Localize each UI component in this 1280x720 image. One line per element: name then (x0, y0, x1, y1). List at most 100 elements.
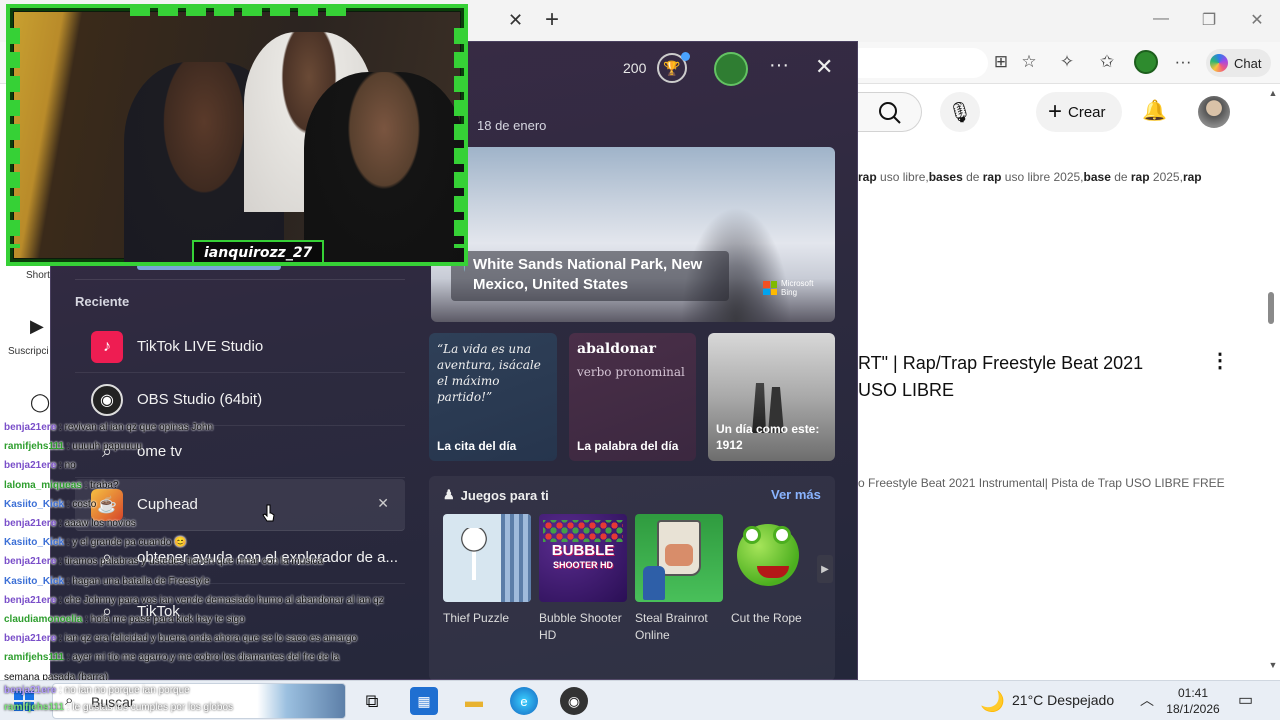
weather-text[interactable]: 21°C Despejado (1012, 692, 1114, 708)
quote-text: “La vida es una aventura, isácale el máx… (437, 342, 541, 404)
edge-browser-icon[interactable]: e (510, 687, 538, 715)
chat-username: ramifjehs111 (4, 652, 65, 664)
obs-icon: ◉ (91, 383, 123, 416)
chat-text: : y el grande pa cuando 😊 (64, 537, 187, 549)
games-next-arrow-icon[interactable]: ▶ (817, 555, 833, 583)
window-minimize-button[interactable]: — (1146, 10, 1176, 28)
tag-fragment: rap (982, 170, 1002, 184)
video-title[interactable]: RT" | Rap/Trap Freestyle Beat 2021 USO L… (858, 350, 1158, 404)
sidebar-item-shorts[interactable]: Short (26, 270, 50, 281)
search-button[interactable] (858, 92, 922, 132)
chat-message: benja21ere : ian qz era felicidad y buen… (4, 629, 424, 648)
tab-close-button[interactable]: ✕ (508, 10, 523, 31)
file-explorer-icon[interactable]: ▬ (460, 687, 488, 715)
close-panel-icon[interactable]: ✕ (815, 54, 833, 80)
see-more-link[interactable]: Ver más (771, 487, 821, 502)
favorites-icon[interactable]: ✩ (1096, 52, 1118, 72)
webcam-scene (14, 12, 464, 262)
on-this-day-card[interactable]: Un día como este: 1912 (708, 333, 835, 461)
scroll-down-arrow-icon[interactable]: ▼ (1266, 660, 1280, 670)
video-menu-kebab-icon[interactable]: ⋮ (1210, 348, 1230, 373)
tag-fragment: uso libre, (876, 170, 929, 184)
bubble-logo-sub: SHOOTER HD (552, 560, 613, 570)
more-menu-icon[interactable]: ··· (1172, 52, 1194, 72)
favorite-star-icon[interactable]: ☆ (1018, 52, 1040, 72)
chat-username: claudiamonoelia (4, 614, 83, 626)
game-name: Bubble Shooter HD (539, 611, 622, 642)
obs-taskbar-icon[interactable]: ◉ (560, 687, 588, 715)
window-close-button[interactable]: ✕ (1242, 10, 1272, 30)
scrollbar-thumb[interactable] (1268, 292, 1274, 324)
chat-message: benja21ere : tiramos palabras y ustedes … (4, 552, 424, 571)
recent-item-tiktok-live-studio[interactable]: ♪ TikTok LIVE Studio (75, 321, 405, 373)
game-name: Steal Brainrot Online (635, 611, 708, 642)
chat-message: Kasiito_Kick : costo (4, 495, 424, 514)
games-for-you-section: ♟ Juegos para ti Ver más Thief Puzzle BU… (429, 476, 835, 681)
youtube-page: 🎙 + Crear 🔔 rap uso libre,bases de rap u… (858, 84, 1280, 680)
chat-text: : uuuuh papuuuu (64, 441, 142, 453)
frame-decoration-left (10, 28, 20, 248)
game-tile-thief-puzzle[interactable]: Thief Puzzle (443, 514, 531, 627)
voice-search-button[interactable]: 🎙 (940, 92, 980, 132)
game-tile-steal-brainrot[interactable]: Steal Brainrot Online (635, 514, 723, 644)
microsoft-store-icon[interactable]: ▦ (410, 687, 438, 715)
extensions-icon[interactable]: ✧ (1056, 52, 1078, 72)
bubble-logo-text: BUBBLE (551, 542, 615, 559)
scroll-up-arrow-icon[interactable]: ▲ (1266, 88, 1280, 98)
chat-text: : che Johnny para vos ian vende demasiad… (56, 594, 384, 606)
more-options-icon[interactable]: ··· (769, 54, 789, 77)
notification-center-icon[interactable]: ▭ (1238, 690, 1253, 710)
profile-avatar[interactable] (1134, 50, 1158, 74)
address-bar[interactable] (858, 48, 988, 78)
notifications-bell-icon[interactable]: 🔔 (1142, 98, 1167, 123)
quote-of-day-card[interactable]: “La vida es una aventura, isácale el máx… (429, 333, 557, 461)
user-avatar[interactable] (714, 52, 748, 86)
create-button[interactable]: + Crear (1036, 92, 1122, 132)
game-thumbnail (443, 514, 531, 602)
window-maximize-button[interactable]: ❐ (1194, 10, 1224, 30)
game-thumbnail: BUBBLE SHOOTER HD (539, 514, 627, 602)
chat-username: benja21ere (4, 518, 57, 530)
copilot-chat-button[interactable]: Chat (1206, 49, 1272, 77)
chat-text: : le gustas los cumples por los globos (64, 702, 234, 713)
chat-message: claudiamonoelia : hola me pase para kick… (4, 610, 424, 629)
chat-text: : tiramos palabras y ustedes tienen que … (56, 556, 324, 568)
search-icon (879, 102, 901, 124)
system-clock[interactable]: 01:41 18/1/2026 (1166, 685, 1220, 717)
subscriptions-icon[interactable]: ▶ (30, 316, 44, 337)
game-tile-cut-the-rope[interactable]: Cut the Rope (731, 514, 819, 627)
copilot-icon (1210, 54, 1228, 72)
apps-icon[interactable]: ⊞ (990, 52, 1012, 72)
new-tab-button[interactable]: + (545, 6, 559, 34)
tag-fragment: uso libre 2025, (1001, 170, 1084, 184)
chat-message: ramifjehs111 : ayer mi tío me agarro,y m… (4, 648, 424, 667)
chat-username: benja21ere (4, 556, 57, 568)
task-view-icon[interactable]: ⧉ (358, 687, 386, 715)
chat-message: benja21ere : no (4, 456, 424, 475)
bubble-shooter-logo: BUBBLE SHOOTER HD (545, 542, 621, 572)
word-title: abaldonar (577, 341, 657, 357)
create-label: Crear (1068, 103, 1106, 121)
on-this-day-label: Un día como este: 1912 (716, 421, 819, 453)
tag-fragment: de (1110, 170, 1131, 184)
you-profile-icon[interactable]: ◯ (30, 392, 50, 413)
video-tags: rap uso libre,bases de rap uso libre 202… (858, 170, 1218, 184)
chat-text: : costo (64, 498, 97, 510)
microphone-icon: 🎙 (947, 101, 973, 124)
chat-message: ramifjehs111 : uuuuh papuuuu (4, 437, 424, 456)
highlight-date: 18 de enero (477, 118, 547, 133)
games-section-title: ♟ Juegos para ti (443, 487, 549, 503)
game-tile-bubble-shooter[interactable]: BUBBLE SHOOTER HD Bubble Shooter HD (539, 514, 627, 644)
search-highlight-hero[interactable]: 📍 White Sands National Park, New Mexico,… (431, 147, 835, 322)
word-subtitle: verbo pronominal (577, 365, 685, 379)
clock-date: 18/1/2026 (1166, 702, 1220, 716)
sidebar-item-subscriptions[interactable]: Suscripci (8, 346, 49, 357)
game-name: Cut the Rope (731, 611, 802, 625)
weather-moon-icon[interactable]: 🌙 (980, 689, 1005, 714)
game-thumbnail (731, 514, 819, 602)
word-of-day-card[interactable]: abaldonar verbo pronominal La palabra de… (569, 333, 696, 461)
recent-section-title: Reciente (75, 294, 130, 309)
on-this-day-year: 1912 (716, 438, 743, 452)
show-hidden-icons-chevron-icon[interactable]: ︿ (1140, 690, 1154, 710)
account-avatar[interactable] (1198, 96, 1230, 128)
